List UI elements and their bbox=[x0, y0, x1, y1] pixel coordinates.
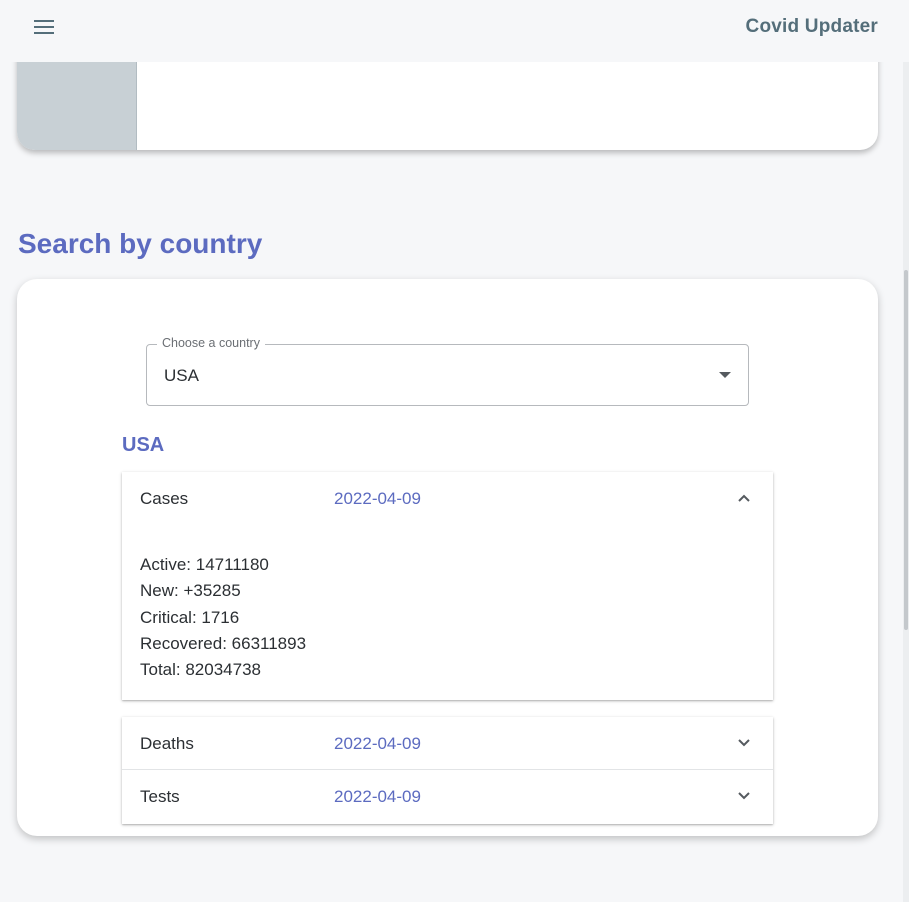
stat-new: New: +35285 bbox=[140, 581, 241, 601]
app-bar: Covid Updater bbox=[0, 0, 909, 62]
scrollbar-thumb[interactable] bbox=[904, 270, 908, 630]
stat-active: Active: 14711180 bbox=[140, 555, 269, 574]
tests-panel-header[interactable]: Tests 2022-04-09 bbox=[122, 770, 773, 822]
deaths-panel-header[interactable]: Deaths 2022-04-09 bbox=[122, 717, 773, 769]
country-heading: USA bbox=[122, 434, 165, 456]
chevron-down-icon[interactable] bbox=[737, 736, 751, 750]
panel-date: 2022-04-09 bbox=[334, 734, 421, 753]
page-scrollbar[interactable] bbox=[903, 0, 909, 902]
country-select-value: USA bbox=[164, 366, 199, 385]
app-title: Covid Updater bbox=[745, 16, 878, 37]
panel-title: Tests bbox=[140, 787, 180, 806]
section-title: Search by country bbox=[18, 228, 263, 259]
cases-panel-header[interactable]: Cases 2022-04-09 bbox=[122, 472, 773, 524]
chevron-up-icon[interactable] bbox=[737, 491, 751, 505]
collapsed-panels-group: Deaths 2022-04-09 Tests 2022-04-09 bbox=[122, 717, 773, 824]
hamburger-menu-icon-glyph bbox=[34, 20, 54, 34]
panel-date: 2022-04-09 bbox=[334, 489, 421, 508]
panel-title: Deaths bbox=[140, 734, 194, 753]
chevron-down-icon[interactable] bbox=[737, 789, 751, 803]
dropdown-arrow-icon[interactable] bbox=[719, 372, 731, 379]
panel-title: Cases bbox=[140, 489, 189, 508]
search-card: Choose a country USA USA Cases 2022-04-0… bbox=[17, 279, 878, 836]
hamburger-menu-icon[interactable] bbox=[28, 13, 60, 41]
cases-panel: Cases 2022-04-09 Active: 14711180 New: +… bbox=[122, 472, 773, 700]
panel-date: 2022-04-09 bbox=[334, 787, 421, 806]
country-select-label: Choose a country bbox=[157, 336, 265, 350]
stat-total: Total: 82034738 bbox=[140, 660, 261, 680]
cases-panel-body: Active: 14711180 New: +35285 Critical: 1… bbox=[122, 524, 773, 701]
country-select[interactable]: Choose a country USA bbox=[146, 336, 749, 406]
stat-critical: Critical: 1716 bbox=[140, 607, 240, 627]
stat-recovered: Recovered: 66311893 bbox=[140, 633, 307, 653]
